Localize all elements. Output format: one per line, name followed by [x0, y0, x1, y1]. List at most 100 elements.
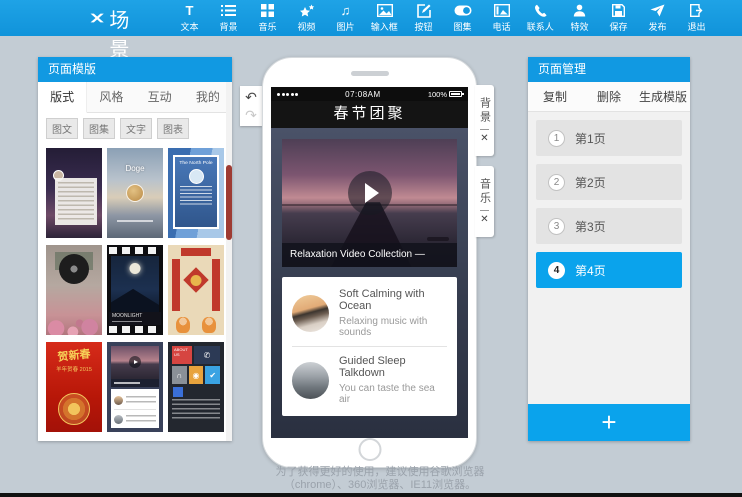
- decor-flowers: [46, 309, 102, 335]
- decor-figure: [176, 317, 190, 333]
- status-bar: 07:08AM 100%: [271, 87, 468, 101]
- tile-row: ABOUT US ✆: [172, 346, 220, 364]
- tool-label: 图集: [453, 19, 471, 32]
- publish-button[interactable]: 发布: [638, 0, 677, 36]
- decor-thumb: [114, 396, 123, 405]
- page-row-label: 第2页: [575, 174, 606, 191]
- tab-interactive[interactable]: 互动: [136, 82, 184, 112]
- template-thumb-north-pole[interactable]: The North Pole: [168, 148, 224, 238]
- add-page-button[interactable]: +: [528, 404, 690, 441]
- decor-thumb: [114, 415, 123, 424]
- template-title: MOONLIGHT: [109, 312, 161, 325]
- home-button[interactable]: [358, 438, 381, 461]
- template-thumb-hexinchun[interactable]: 贺新春 羊年贺春 2015: [46, 342, 102, 432]
- tab-mine[interactable]: 我的: [184, 82, 232, 112]
- copy-button[interactable]: 复制: [528, 88, 582, 105]
- make-template-button[interactable]: 生成模版: [636, 88, 690, 105]
- left-panel-scrollbar-thumb[interactable]: [226, 165, 232, 240]
- tool-picture-button[interactable]: ♫ 图片: [326, 0, 365, 36]
- page-row-1[interactable]: 1 第1页: [536, 120, 682, 156]
- browser-hint-line1: 为了获得更好的使用，建议使用谷歌浏览器: [220, 466, 540, 479]
- page-row-3[interactable]: 3 第3页: [536, 208, 682, 244]
- undo-icon[interactable]: ↶: [245, 89, 257, 105]
- page-row-4-selected[interactable]: 4 第4页: [536, 252, 682, 288]
- save-button[interactable]: 保存: [599, 0, 638, 36]
- delete-button[interactable]: 删除: [582, 88, 636, 105]
- page-title: 春节团聚: [271, 101, 468, 128]
- tile-headphones: ∩: [172, 366, 187, 384]
- tool-music-button[interactable]: 音乐: [248, 0, 287, 36]
- decor-flower: [58, 393, 90, 425]
- tool-contacts-button[interactable]: 联系人: [521, 0, 560, 36]
- tab-layout[interactable]: 版式: [38, 82, 87, 113]
- decor-textlines: [172, 399, 220, 421]
- background-layer-tab[interactable]: 背景 ✕: [475, 85, 494, 156]
- tool-background-button[interactable]: 背景: [209, 0, 248, 36]
- exit-button[interactable]: 退出: [677, 0, 716, 36]
- paper-plane-icon: [650, 3, 665, 18]
- filter-chart[interactable]: 图表: [157, 118, 189, 139]
- image-icon: [377, 3, 393, 18]
- decor-coin: [191, 275, 202, 286]
- template-thumb-new-year[interactable]: [168, 245, 224, 335]
- browser-hint: 为了获得更好的使用，建议使用谷歌浏览器 （chrome）、360浏览器、IE11…: [220, 466, 540, 492]
- tool-label: 特效: [570, 19, 588, 32]
- app-logo[interactable]: 微场景: [90, 0, 144, 62]
- template-thumb-profile[interactable]: [46, 148, 102, 238]
- chat-icon: ◉: [189, 366, 204, 384]
- music-layer-tab[interactable]: 音乐 ✕: [475, 166, 494, 237]
- filter-text[interactable]: 文字: [120, 118, 152, 139]
- page-content[interactable]: Relaxation Video Collection — Soft Calmi…: [271, 128, 468, 438]
- tool-label: 背景: [219, 19, 237, 32]
- tile-row: ∩ ◉ ✔: [172, 366, 220, 384]
- close-icon[interactable]: ✕: [480, 215, 488, 225]
- list-item[interactable]: Guided Sleep Talkdown You can taste the …: [282, 347, 457, 413]
- battery-percent: 100%: [428, 90, 447, 99]
- decor-row: [114, 392, 156, 408]
- page-number-badge: 3: [548, 218, 565, 235]
- decor-textlines: [58, 182, 94, 221]
- logo-x-icon: [90, 8, 104, 28]
- tool-video-button[interactable]: 视频: [287, 0, 326, 36]
- tool-input-button[interactable]: 输入框: [365, 0, 404, 36]
- video-block[interactable]: Relaxation Video Collection —: [282, 139, 457, 267]
- drag-handle[interactable]: [480, 210, 489, 211]
- page-row-label: 第3页: [575, 218, 606, 235]
- page-row-2[interactable]: 2 第2页: [536, 164, 682, 200]
- template-thumb-metro[interactable]: ABOUT US ✆ ∩ ◉ ✔: [168, 342, 224, 432]
- page-number-badge: 4: [548, 262, 565, 279]
- close-icon[interactable]: ✕: [480, 134, 488, 144]
- tool-label: 文本: [180, 19, 198, 32]
- template-thumb-doge[interactable]: Doge: [107, 148, 163, 238]
- decor-textlines: [126, 396, 156, 404]
- check-icon: ✔: [205, 366, 220, 384]
- tool-text-button[interactable]: T 文本: [170, 0, 209, 36]
- template-thumb-love-song[interactable]: [46, 245, 102, 335]
- play-button[interactable]: [348, 171, 392, 215]
- decor-card: [55, 178, 97, 225]
- template-thumb-moonlight[interactable]: MOONLIGHT: [107, 245, 163, 335]
- tool-effects-button[interactable]: 特效: [560, 0, 599, 36]
- tool-label: 联系人: [527, 19, 554, 32]
- template-title: The North Pole: [177, 160, 215, 165]
- decor-caption-line: [117, 220, 153, 222]
- video-caption: Relaxation Video Collection —: [282, 243, 457, 267]
- decor-banner: [181, 248, 211, 256]
- signal-dots-icon: [277, 93, 298, 96]
- phone-handset-icon: [534, 3, 548, 18]
- list-item[interactable]: Soft Calming with Ocean Relaxing music w…: [282, 280, 457, 346]
- tool-phone-button[interactable]: 电话: [482, 0, 521, 36]
- tool-gallery-button[interactable]: 图集: [443, 0, 482, 36]
- template-thumb-video[interactable]: [107, 342, 163, 432]
- background-layer-label: 背景: [477, 97, 493, 125]
- decor-scene: [111, 256, 159, 312]
- tool-button-button[interactable]: 按钮: [404, 0, 443, 36]
- drag-handle[interactable]: [480, 129, 489, 130]
- tab-style[interactable]: 风格: [87, 82, 135, 112]
- list-item-title: Guided Sleep Talkdown: [339, 355, 447, 379]
- template-panel: 页面模版 版式 风格 互动 我的 图文 图集 文字 图表 Doge: [38, 57, 232, 441]
- redo-icon[interactable]: ↷: [245, 107, 257, 123]
- filter-image-text[interactable]: 图文: [46, 118, 78, 139]
- left-panel-scrollbar-track[interactable]: [226, 82, 232, 441]
- filter-gallery[interactable]: 图集: [83, 118, 115, 139]
